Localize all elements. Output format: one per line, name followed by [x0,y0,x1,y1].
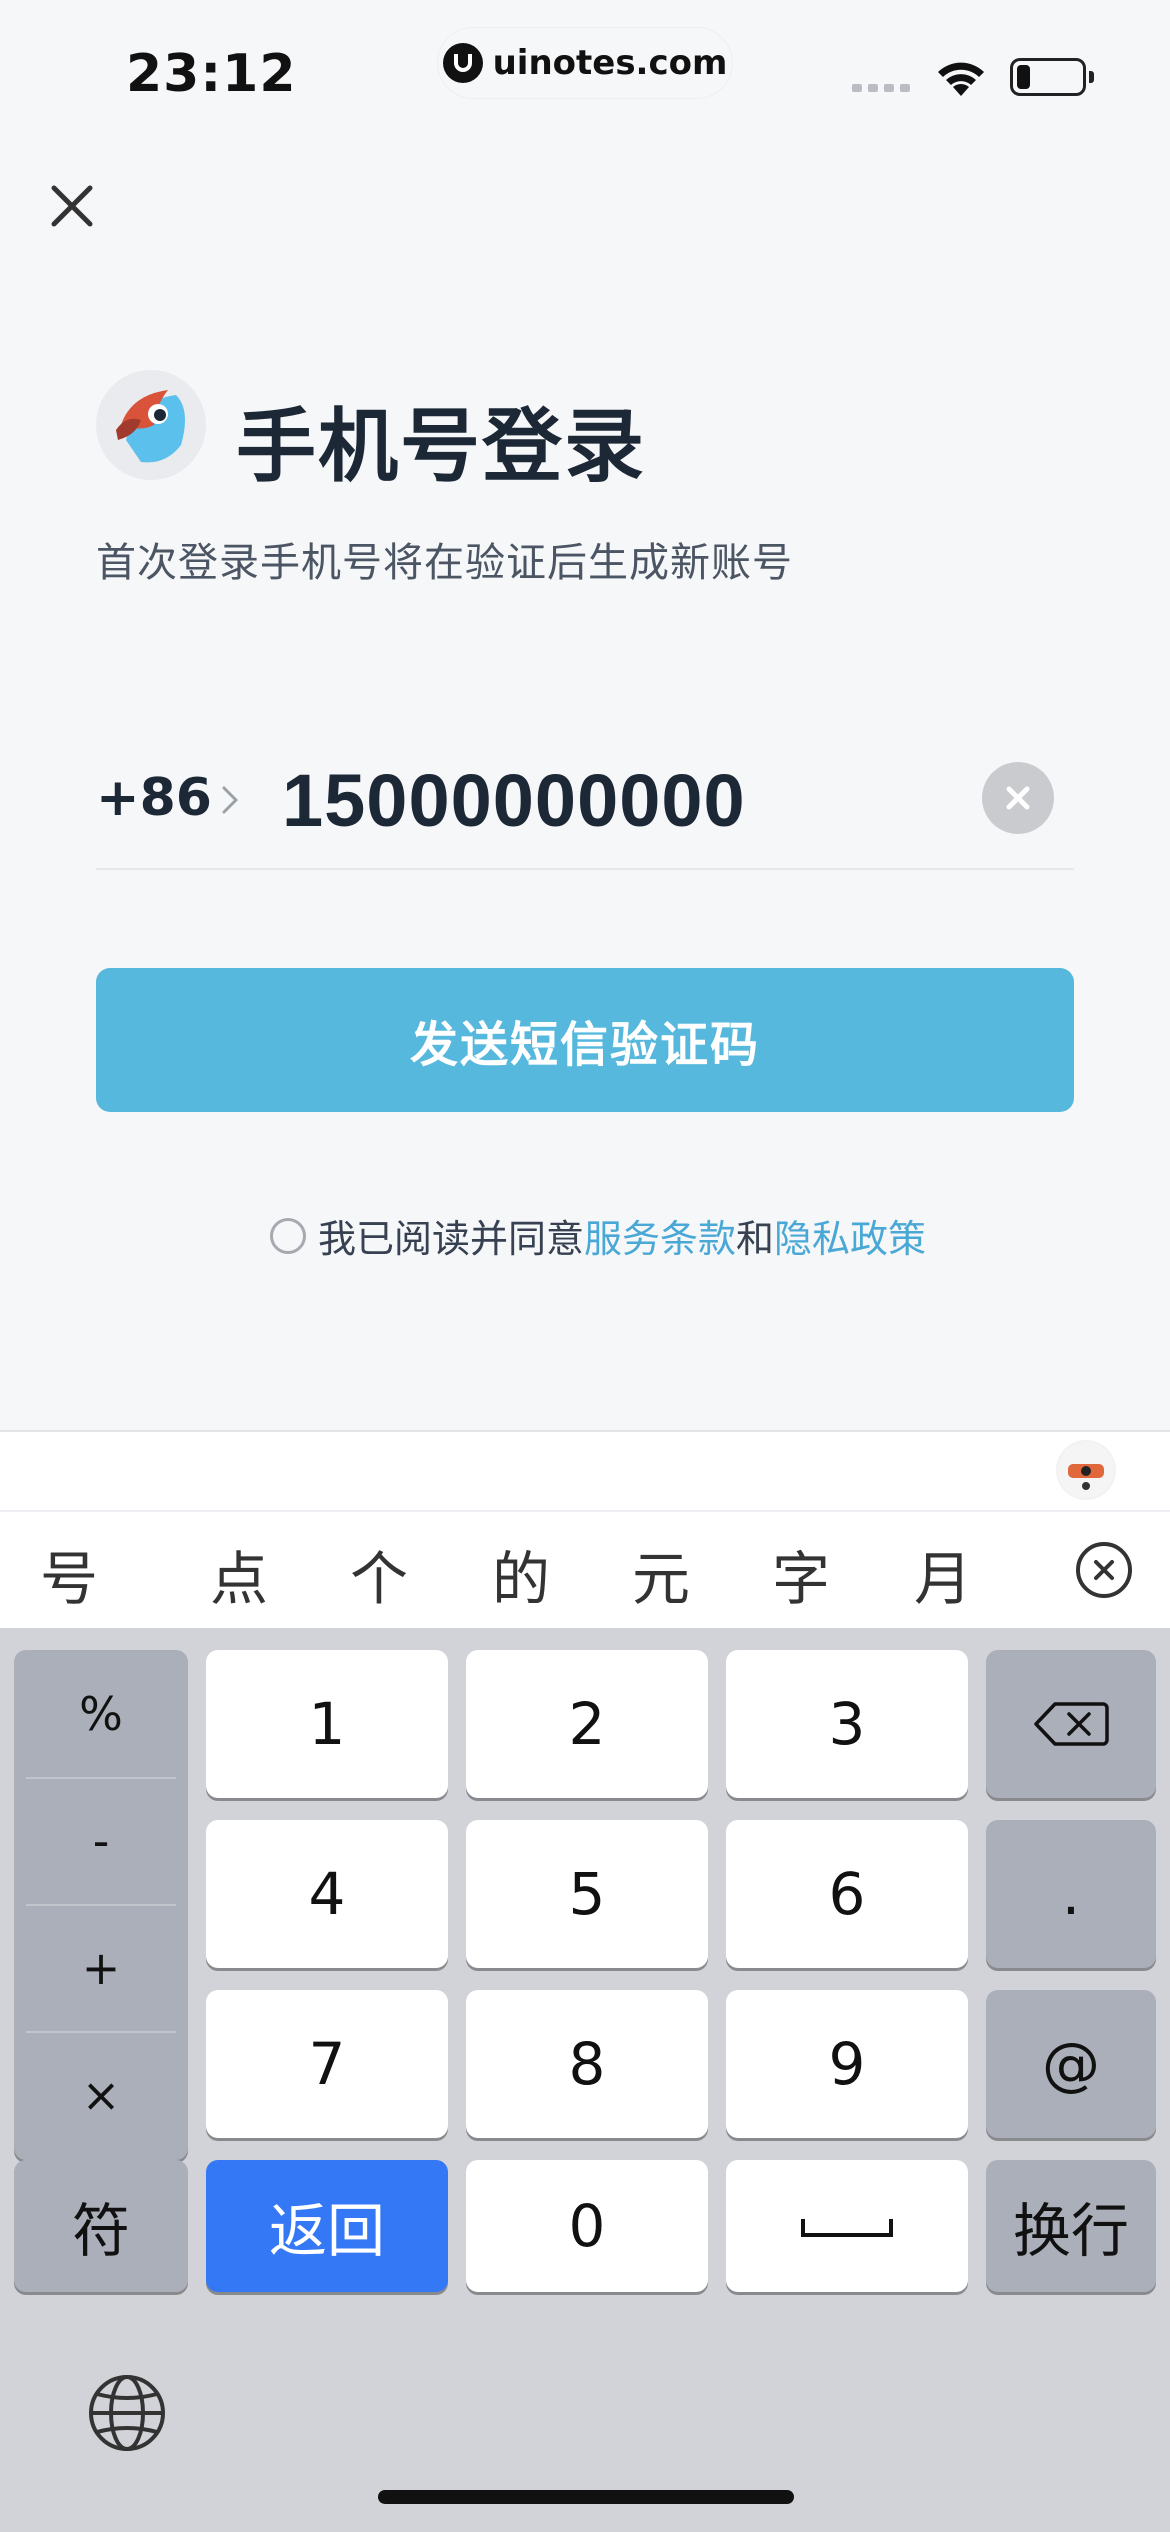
agreement-conjunction: 和 [736,1217,775,1261]
key-1[interactable]: 1 [206,1650,448,1798]
key-6[interactable]: 6 [726,1820,968,1968]
url-text: uinotes.com [492,43,728,83]
phone-input-row: +86 [96,740,1074,870]
privacy-policy-link[interactable]: 隐私政策 [774,1208,926,1263]
key-symbols[interactable]: 符 [14,2160,188,2292]
key-2[interactable]: 2 [466,1650,708,1798]
battery-cap [1089,71,1094,83]
close-candidates-icon[interactable] [1076,1542,1132,1598]
key-0[interactable]: 0 [466,2160,708,2292]
candidate-word[interactable]: 月 [914,1532,972,1616]
candidate-word[interactable]: 的 [492,1532,550,1616]
close-icon[interactable] [44,178,100,234]
agreement-checkbox[interactable] [270,1217,306,1254]
uinotes-logo-icon [442,43,483,83]
keyboard-mascot-icon[interactable] [1056,1440,1116,1500]
candidate-bar: 号 点 个 的 元 字 月 [0,1510,1170,1628]
status-bar: 23:12 uinotes.com [0,0,1170,140]
phone-number-input[interactable] [282,750,932,850]
key-minus[interactable]: - [14,1777,188,1904]
key-3[interactable]: 3 [726,1650,968,1798]
key-percent[interactable]: % [14,1650,188,1777]
wifi-icon [938,62,984,96]
candidate-word[interactable]: 个 [350,1532,408,1616]
candidate-word[interactable]: 点 [210,1532,268,1616]
key-7[interactable]: 7 [206,1990,448,2138]
agreement-row: 我已阅读并同意 服务条款 和 隐私政策 [270,1208,926,1263]
key-at[interactable]: @ [986,1990,1156,2138]
key-multiply[interactable]: × [14,2031,188,2158]
page-title: 手机号登录 [236,400,646,493]
url-pill[interactable]: uinotes.com [438,28,732,98]
backspace-icon[interactable] [986,1650,1156,1798]
chevron-right-icon[interactable] [218,780,242,820]
key-dot[interactable]: . [986,1820,1156,1968]
globe-icon[interactable] [86,2372,168,2454]
keyboard-toolbar [0,1430,1170,1510]
candidate-word[interactable]: 号 [40,1532,98,1616]
clear-icon[interactable] [982,762,1054,834]
key-newline[interactable]: 换行 [986,2160,1156,2292]
key-plus[interactable]: + [14,1904,188,2031]
key-8[interactable]: 8 [466,1990,708,2138]
cellular-signal-icon [852,84,910,92]
numeric-keyboard: % - + × 1 2 3 4 5 6 . 7 8 9 @ 符 返回 0 换行 [0,1628,1170,2532]
symbol-column: % - + × [14,1650,188,2160]
terms-of-service-link[interactable]: 服务条款 [584,1208,736,1263]
page-subtitle: 首次登录手机号将在验证后生成新账号 [96,540,793,586]
candidate-word[interactable]: 字 [772,1532,830,1616]
country-code-selector[interactable]: +86 [96,768,212,828]
battery-icon [1010,58,1086,96]
bird-logo-icon [96,370,206,480]
status-time: 23:12 [126,44,297,104]
candidate-word[interactable]: 元 [632,1532,690,1616]
key-9[interactable]: 9 [726,1990,968,2138]
home-indicator [378,2490,794,2504]
send-sms-code-button[interactable]: 发送短信验证码 [96,968,1074,1112]
space-icon [801,2219,893,2237]
space-key[interactable] [726,2160,968,2292]
agreement-prefix: 我已阅读并同意 [318,1217,585,1261]
key-back[interactable]: 返回 [206,2160,448,2292]
key-5[interactable]: 5 [466,1820,708,1968]
key-4[interactable]: 4 [206,1820,448,1968]
